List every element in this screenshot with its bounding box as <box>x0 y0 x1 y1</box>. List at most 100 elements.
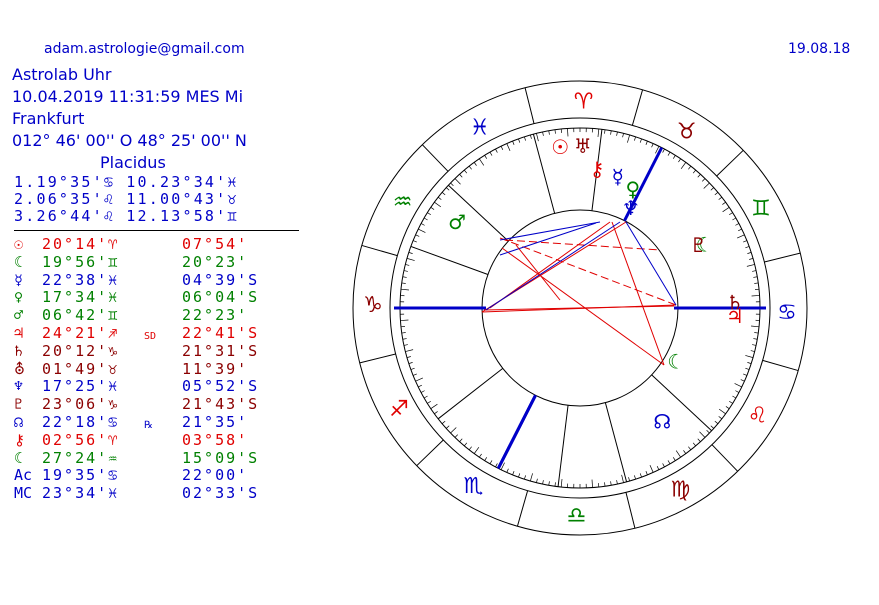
degree-tick <box>692 169 696 174</box>
zodiac-sign-glyph: ♈ <box>574 90 594 115</box>
degree-tick <box>735 390 740 393</box>
degree-tick <box>604 482 606 487</box>
zodiac-sign-glyph: ♒ <box>393 190 413 215</box>
degree-tick <box>560 479 563 488</box>
degree-tick <box>732 395 737 399</box>
degree-tick <box>754 282 759 284</box>
degree-tick <box>415 377 424 382</box>
degree-tick <box>495 463 498 468</box>
degree-tick <box>710 425 715 429</box>
degree-tick <box>710 187 715 191</box>
degree-tick <box>554 482 556 487</box>
degree-tick <box>430 207 435 210</box>
chart-planet-glyph: ⚷ <box>590 157 605 181</box>
degree-tick <box>702 178 706 182</box>
zodiac-sign-glyph: ♌ <box>748 403 768 428</box>
aspect-line <box>499 237 677 306</box>
degree-tick <box>402 276 407 278</box>
zodiac-sign-glyph: ♑ <box>363 293 383 318</box>
degree-tick <box>662 148 665 153</box>
degree-tick <box>743 240 748 243</box>
degree-tick <box>747 252 752 254</box>
degree-tick <box>751 325 760 328</box>
degree-tick <box>597 128 600 137</box>
degree-tick <box>751 295 760 297</box>
sign-boundary <box>716 149 744 177</box>
degree-tick <box>489 151 493 156</box>
degree-tick <box>468 446 472 451</box>
degree-tick <box>464 169 468 174</box>
zodiac-sign-glyph: ♏ <box>464 474 484 499</box>
degree-tick <box>692 442 696 447</box>
zodiac-sign-glyph: ♉ <box>677 119 697 144</box>
chart-planet-glyph: ♃ <box>726 304 744 328</box>
degree-tick <box>754 332 759 334</box>
degree-tick <box>718 416 723 420</box>
degree-tick <box>427 400 431 404</box>
degree-tick <box>738 228 742 232</box>
aspect-line <box>625 221 677 306</box>
house-cusp-line <box>410 245 489 275</box>
sign-boundary <box>524 87 535 124</box>
sign-boundary <box>421 144 449 172</box>
degree-tick <box>479 453 482 458</box>
degree-tick <box>484 155 488 159</box>
degree-tick <box>401 282 406 284</box>
degree-tick <box>434 411 438 415</box>
aspect-line <box>515 244 561 301</box>
degree-tick <box>548 130 550 135</box>
sign-boundary <box>625 492 636 529</box>
degree-tick <box>634 475 636 480</box>
degree-tick <box>473 162 477 166</box>
degree-tick <box>703 182 710 189</box>
degree-tick <box>412 240 417 243</box>
degree-tick <box>736 234 745 239</box>
degree-tick <box>512 471 515 476</box>
degree-tick <box>518 138 521 143</box>
degree-tick <box>752 270 757 272</box>
house-cusp-line <box>604 402 628 482</box>
degree-tick <box>464 442 468 447</box>
degree-tick <box>423 217 428 221</box>
degree-tick <box>406 356 411 358</box>
aspect-line <box>483 305 675 311</box>
degree-tick <box>554 129 556 134</box>
degree-tick <box>427 212 431 216</box>
degree-tick <box>610 130 612 135</box>
chart-planet-glyph: ♂ <box>448 210 466 234</box>
chart-planet-glyph: ☿ <box>612 164 624 188</box>
degree-tick <box>616 131 618 136</box>
degree-tick <box>473 446 480 454</box>
degree-tick <box>753 276 758 278</box>
zodiac-sign-glyph: ♐ <box>389 397 409 422</box>
degree-tick <box>649 464 654 473</box>
degree-tick <box>445 187 450 191</box>
degree-tick <box>667 460 671 465</box>
degree-tick <box>400 288 409 291</box>
sign-boundary <box>361 244 398 257</box>
degree-tick <box>536 133 539 142</box>
zodiac-sign-glyph: ♋ <box>777 300 797 325</box>
degree-tick <box>718 408 726 415</box>
degree-tick <box>662 463 665 468</box>
aspect-line <box>499 221 601 241</box>
degree-tick <box>402 338 407 340</box>
degree-tick <box>672 155 676 159</box>
degree-tick <box>542 131 544 136</box>
degree-tick <box>697 173 701 178</box>
aspect-line <box>485 221 621 311</box>
chart-planet-glyph: ☉ <box>551 135 569 159</box>
degree-tick <box>725 406 730 409</box>
degree-tick <box>591 479 593 488</box>
degree-tick <box>518 473 521 478</box>
degree-tick <box>699 431 706 438</box>
zodiac-sign-glyph: ♎ <box>567 504 587 529</box>
degree-tick <box>430 403 438 409</box>
degree-tick <box>423 395 428 399</box>
degree-tick <box>548 481 550 486</box>
degree-tick <box>749 258 754 260</box>
degree-tick <box>408 252 413 254</box>
degree-tick <box>445 425 450 429</box>
degree-tick <box>714 420 719 424</box>
chart-page: { "header": { "email": "adam.astrologie@… <box>0 0 879 605</box>
